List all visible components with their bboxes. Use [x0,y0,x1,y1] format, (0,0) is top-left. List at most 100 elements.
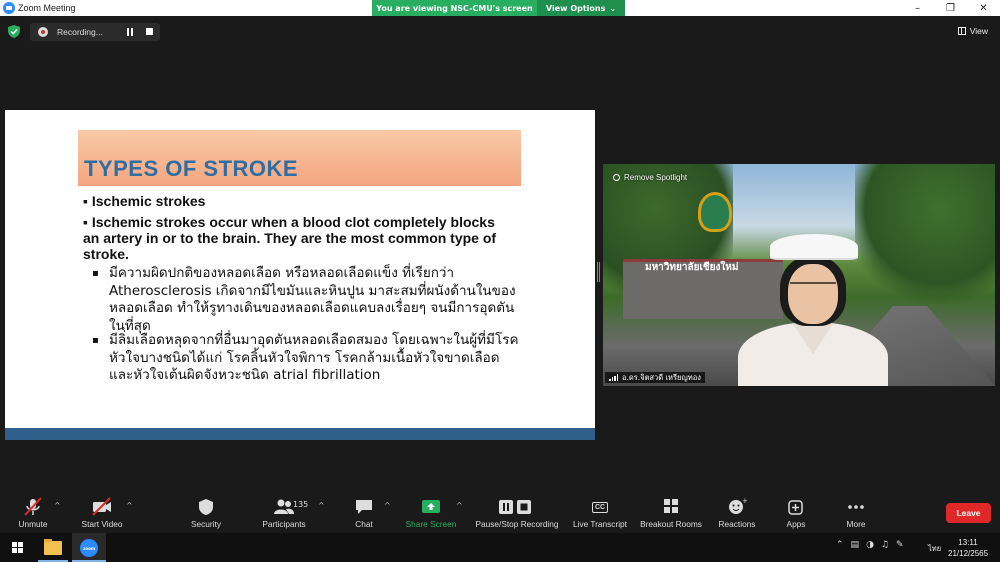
volume-icon[interactable]: ♫ [881,540,889,550]
sub-bullet-marker: ▪ [92,268,99,279]
university-crest-icon [698,192,732,232]
breakout-rooms-label: Breakout Rooms [640,519,702,529]
chevron-up-icon[interactable]: ⌃ [836,540,844,550]
taskbar-clock[interactable]: 13:11 21/12/2565 [948,537,988,559]
share-screen-button[interactable]: Share Screen [404,493,458,533]
reactions-button[interactable]: + Reactions [716,493,758,533]
view-label: View [969,26,988,36]
glasses [790,282,836,292]
participants-caret-icon[interactable]: ^ [318,501,325,510]
chat-caret-icon[interactable]: ^ [384,501,391,510]
signal-strength-icon [609,374,618,381]
system-tray: ⌃ ▤ ◑ ♫ ✎ [836,540,904,550]
minimize-icon[interactable]: – [901,0,934,16]
more-dots-icon [848,505,864,509]
share-screen-icon [422,500,440,513]
apps-icon [788,500,803,515]
split-resize-handle[interactable] [597,262,600,282]
participants-count: 135 [293,500,309,509]
apps-button[interactable]: Apps [784,493,808,533]
spotlight-pin-icon [613,174,620,181]
slide-title: TYPES OF STROKE [84,156,299,181]
view-options-button[interactable]: View Options ⌄ [537,0,625,16]
spotlight-video[interactable]: มหาวิทยาลัยเชียงใหม่ Remove Spotlight อ.… [603,164,995,386]
participant-person [738,234,888,386]
recording-button-label: Pause/Stop Recording [475,519,559,529]
pause-stop-recording-button[interactable]: Pause/Stop Recording [472,493,562,533]
cc-icon-text: CC [591,501,609,513]
zoom-logo-icon [3,2,15,14]
participants-icon [274,499,294,514]
clock-time: 13:11 [958,538,978,547]
more-label: More [846,519,866,529]
close-icon[interactable]: ✕ [967,0,1000,16]
participants-button[interactable]: Participants [258,493,310,533]
audio-options-caret-icon[interactable]: ^ [54,501,61,510]
remove-spotlight-button[interactable]: Remove Spotlight [613,173,687,182]
unmute-label: Unmute [18,519,48,529]
sub-bullet-1-text: มีความผิดปกติของหลอดเลือด หรือหลอดเลือดแ… [109,265,516,334]
microphone-muted-icon [24,497,42,516]
unmute-button[interactable]: Unmute [14,493,52,533]
closed-caption-icon: CC [589,497,611,517]
stop-icon[interactable] [146,28,153,35]
recording-label: Recording... [57,27,103,37]
chat-button[interactable]: Chat [352,493,376,533]
live-transcript-label: Live Transcript [573,519,627,529]
start-video-button[interactable]: Start Video [78,493,126,533]
participants-label: Participants [262,519,306,529]
security-button[interactable]: Security [188,493,224,533]
slide-sub-bullet-1: ▪ มีความผิดปกติของหลอดเลือด หรือหลอดเลือ… [92,265,519,335]
shared-screen: TYPES OF STROKE ▪ Ischemic strokes ▪ Isc… [5,110,595,440]
remove-spotlight-label: Remove Spotlight [624,173,688,182]
clock-date: 21/12/2565 [948,549,989,558]
participant-name: อ.ดร.จิตสวดี เหรียญทอง [622,372,701,382]
share-caret-icon[interactable]: ^ [456,501,463,510]
pause-icon[interactable] [126,28,134,36]
live-transcript-button[interactable]: CC Live Transcript [570,493,630,533]
file-explorer-icon[interactable] [44,539,62,555]
input-language[interactable]: ไทย [928,543,941,555]
shield-check-icon[interactable] [8,25,20,38]
apps-label: Apps [786,519,806,529]
recording-dot-icon [38,27,48,37]
svg-text:+: + [742,497,748,505]
sub-bullet-marker: ▪ [92,335,99,346]
zoom-app-label: zoom [83,545,95,551]
pause-stop-icon [499,500,531,514]
pen-icon[interactable]: ✎ [896,540,904,550]
video-camera-off-icon [92,497,111,516]
security-label: Security [191,519,221,529]
recording-indicator: Recording... [30,23,160,41]
reactions-label: Reactions [718,519,756,529]
zoom-app-icon[interactable]: zoom [80,539,98,557]
nurse-cap [770,234,858,260]
window-title: Zoom Meeting [18,3,76,13]
slide-sub-bullet-2: ▪ มีลิ่มเลือดหลุดจากที่อื่นมาอุดตันหลอดเ… [92,332,519,385]
breakout-rooms-icon [664,499,678,513]
slide-bullet-2: ▪ Ischemic strokes occur when a blood cl… [83,214,497,262]
breakout-rooms-button[interactable]: Breakout Rooms [638,493,704,533]
face [788,264,838,324]
chat-label: Chat [355,519,373,529]
more-button[interactable]: More [844,493,868,533]
viewing-banner: You are viewing NSC-CMU's screen [372,0,537,16]
video-options-caret-icon[interactable]: ^ [126,501,133,510]
chat-bubble-icon [356,500,372,514]
share-screen-label: Share Screen [405,519,457,529]
wifi-icon[interactable]: ◑ [866,540,874,550]
window-controls: – ❐ ✕ [901,0,1000,16]
background-sign-text: มหาวิทยาลัยเชียงใหม่ [645,262,739,273]
windows-start-icon[interactable] [12,542,24,554]
windows-taskbar: zoom ⌃ ▤ ◑ ♫ ✎ ไทย 13:11 21/12/2565 [0,533,1000,562]
view-button[interactable]: View [957,26,988,36]
network-icon[interactable]: ▤ [851,540,860,550]
slide-footer-bar [5,428,595,440]
restore-icon[interactable]: ❐ [934,0,967,16]
participant-name-tag: อ.ดร.จิตสวดี เหรียญทอง [605,372,705,383]
leave-button[interactable]: Leave [946,503,991,523]
grid-view-icon [957,27,966,35]
view-options-label: View Options [545,3,606,13]
slide-bullet-1: ▪ Ischemic strokes [83,193,206,209]
sub-bullet-2-text: มีลิ่มเลือดหลุดจากที่อื่นมาอุดตันหลอดเลื… [109,332,519,383]
